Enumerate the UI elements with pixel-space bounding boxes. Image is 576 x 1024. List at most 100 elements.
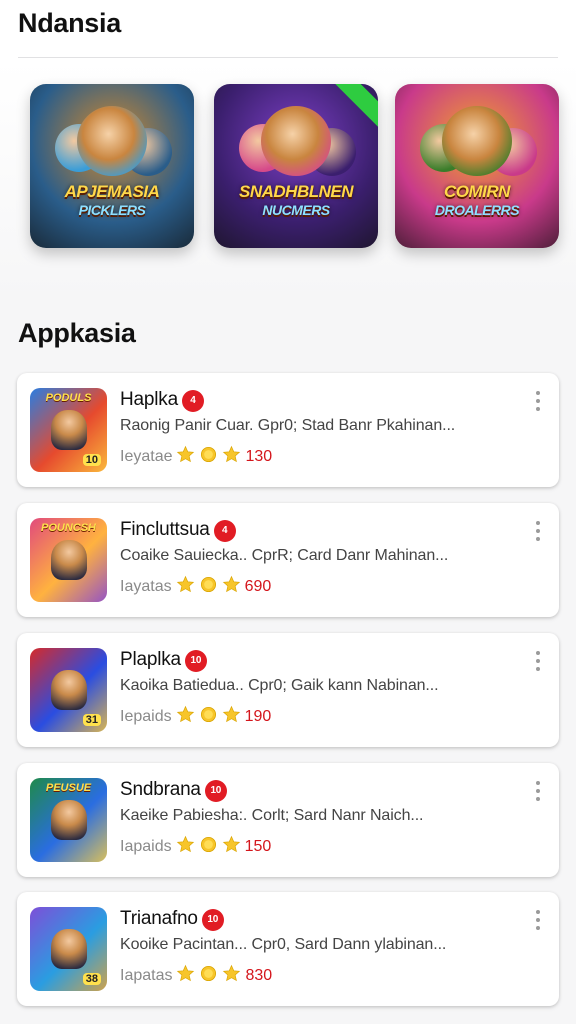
more-options-dot [536, 529, 540, 533]
star-icon [176, 575, 195, 594]
more-options-icon[interactable] [531, 521, 545, 543]
app-meta-row: Iayatas 690 [120, 575, 271, 596]
app-name: Fincluttsua [120, 519, 210, 540]
featured-carousel: APJEMASIA PICKLERS SNADHBLNEN NUCMERS COMIRN… [0, 60, 576, 300]
more-options-dot [536, 651, 540, 655]
app-icon-label: PEUSUE [45, 782, 92, 794]
app-description: Kooike Pacintan... Cpr0, Sard Dann ylabi… [120, 936, 447, 953]
more-options-dot [536, 926, 540, 930]
more-options-dot [536, 399, 540, 403]
app-category-label: Iapatas [120, 967, 173, 984]
game-logo-subtitle: PICKLERS [78, 202, 146, 218]
app-list-item[interactable]: PODULS 10 Haplka 4 Raonig Panir Cuar. Gpr0; … [17, 373, 559, 487]
age-rating-badge: 10 [204, 780, 227, 802]
app-icon[interactable]: PEUSUE [30, 778, 107, 862]
app-icon-label: PODULS [45, 392, 92, 404]
rating-count: 190 [244, 708, 272, 725]
app-description: Coaike Sauiecka.. CprR; Card Danr Mahina… [120, 547, 449, 564]
app-name: Plaplka [120, 649, 181, 670]
game-logo-text: SNADHBLNEN NUCMERS [220, 182, 372, 220]
app-name-row: Trianafno 10 [120, 908, 224, 931]
app-icon-number: 31 [82, 714, 101, 726]
more-options-dot [536, 521, 540, 525]
more-options-icon[interactable] [531, 651, 545, 673]
featured-game-card[interactable]: COMIRN DROALERRS [395, 84, 559, 248]
star-icon [222, 835, 241, 854]
app-name: Trianafno [120, 908, 198, 929]
app-icon[interactable]: 38 [30, 907, 107, 991]
app-description: Raonig Panir Cuar. Gpr0; Stad Banr Pkahi… [120, 417, 456, 434]
app-list-item[interactable]: PEUSUE Sndbrana 10 Kaeike Pabiesha:. Corlt;… [17, 763, 559, 877]
star-icon [176, 445, 195, 464]
more-options-dot [536, 910, 540, 914]
game-logo-subtitle: DROALERRS [434, 202, 520, 218]
more-options-dot [536, 781, 540, 785]
coin-icon [199, 964, 218, 983]
age-rating-badge: 10 [184, 650, 207, 672]
more-options-dot [536, 667, 540, 671]
app-name-row: Plaplka 10 [120, 649, 207, 672]
rating-count: 130 [245, 448, 273, 465]
character-figure [442, 106, 512, 176]
app-name-row: Fincluttsua 4 [120, 519, 236, 542]
character-figure [50, 800, 87, 840]
character-figure [50, 670, 87, 710]
app-category-label: Ieyatae [120, 448, 173, 465]
rating-count: 150 [244, 838, 272, 855]
app-icon-number: 10 [82, 454, 101, 466]
star-icon [222, 705, 241, 724]
more-options-dot [536, 789, 540, 793]
app-icon[interactable]: POUNCSH [30, 518, 107, 602]
app-description: Kaoika Batiedua.. Cpr0; Gaik kann Nabina… [120, 677, 439, 694]
app-name: Sndbrana [120, 779, 201, 800]
game-logo-title: COMIRN [444, 182, 510, 201]
app-category-label: Iapaids [120, 838, 172, 855]
more-options-dot [536, 391, 540, 395]
coin-icon [199, 575, 218, 594]
more-options-dot [536, 797, 540, 801]
app-meta-row: Iapaids 150 [120, 835, 271, 856]
more-options-dot [536, 918, 540, 922]
featured-game-card[interactable]: APJEMASIA PICKLERS [30, 84, 194, 248]
app-name-row: Sndbrana 10 [120, 779, 227, 802]
app-list-item[interactable]: POUNCSH Fincluttsua 4 Coaike Sauiecka.. Cpr… [17, 503, 559, 617]
star-icon [222, 445, 241, 464]
featured-game-card[interactable]: SNADHBLNEN NUCMERS [214, 84, 378, 248]
character-figure [50, 540, 87, 580]
app-meta-row: Iepaids 190 [120, 705, 271, 726]
star-icon [176, 964, 195, 983]
rating-count: 830 [245, 967, 273, 984]
star-icon [222, 964, 241, 983]
game-logo-text: APJEMASIA PICKLERS [36, 182, 188, 220]
more-options-dot [536, 537, 540, 541]
age-rating-badge: 4 [181, 390, 204, 412]
game-logo-title: SNADHBLNEN [239, 182, 354, 201]
app-category-label: Iayatas [120, 578, 172, 595]
age-rating-badge: 10 [201, 909, 224, 931]
more-options-icon[interactable] [531, 391, 545, 413]
star-icon [222, 575, 241, 594]
app-icon-label: POUNCSH [40, 522, 96, 534]
rating-count: 690 [244, 578, 272, 595]
header-divider [18, 57, 558, 58]
game-logo-text: COMIRN DROALERRS [401, 182, 553, 220]
age-rating-badge: 4 [213, 520, 236, 542]
app-icon[interactable]: 31 [30, 648, 107, 732]
app-name-row: Haplka 4 [120, 389, 204, 412]
character-figure [261, 106, 331, 176]
more-options-dot [536, 407, 540, 411]
coin-icon [199, 835, 218, 854]
game-logo-subtitle: NUCMERS [262, 202, 330, 218]
app-list-item[interactable]: 31 Plaplka 10 Kaoika Batiedua.. Cpr0; Gaik … [17, 633, 559, 747]
app-name: Haplka [120, 389, 178, 410]
more-options-dot [536, 659, 540, 663]
more-options-icon[interactable] [531, 781, 545, 803]
app-list-item[interactable]: 38 Trianafno 10 Kooike Pacintan... Cpr0, Sa… [17, 892, 559, 1006]
page-title: Ndansia [18, 8, 121, 38]
app-meta-row: Ieyatae 130 [120, 445, 272, 466]
more-options-icon[interactable] [531, 910, 545, 932]
app-icon[interactable]: PODULS 10 [30, 388, 107, 472]
app-meta-row: Iapatas 830 [120, 964, 272, 985]
app-description: Kaeike Pabiesha:. Corlt; Sard Nanr Naich… [120, 807, 424, 824]
coin-icon [199, 445, 218, 464]
